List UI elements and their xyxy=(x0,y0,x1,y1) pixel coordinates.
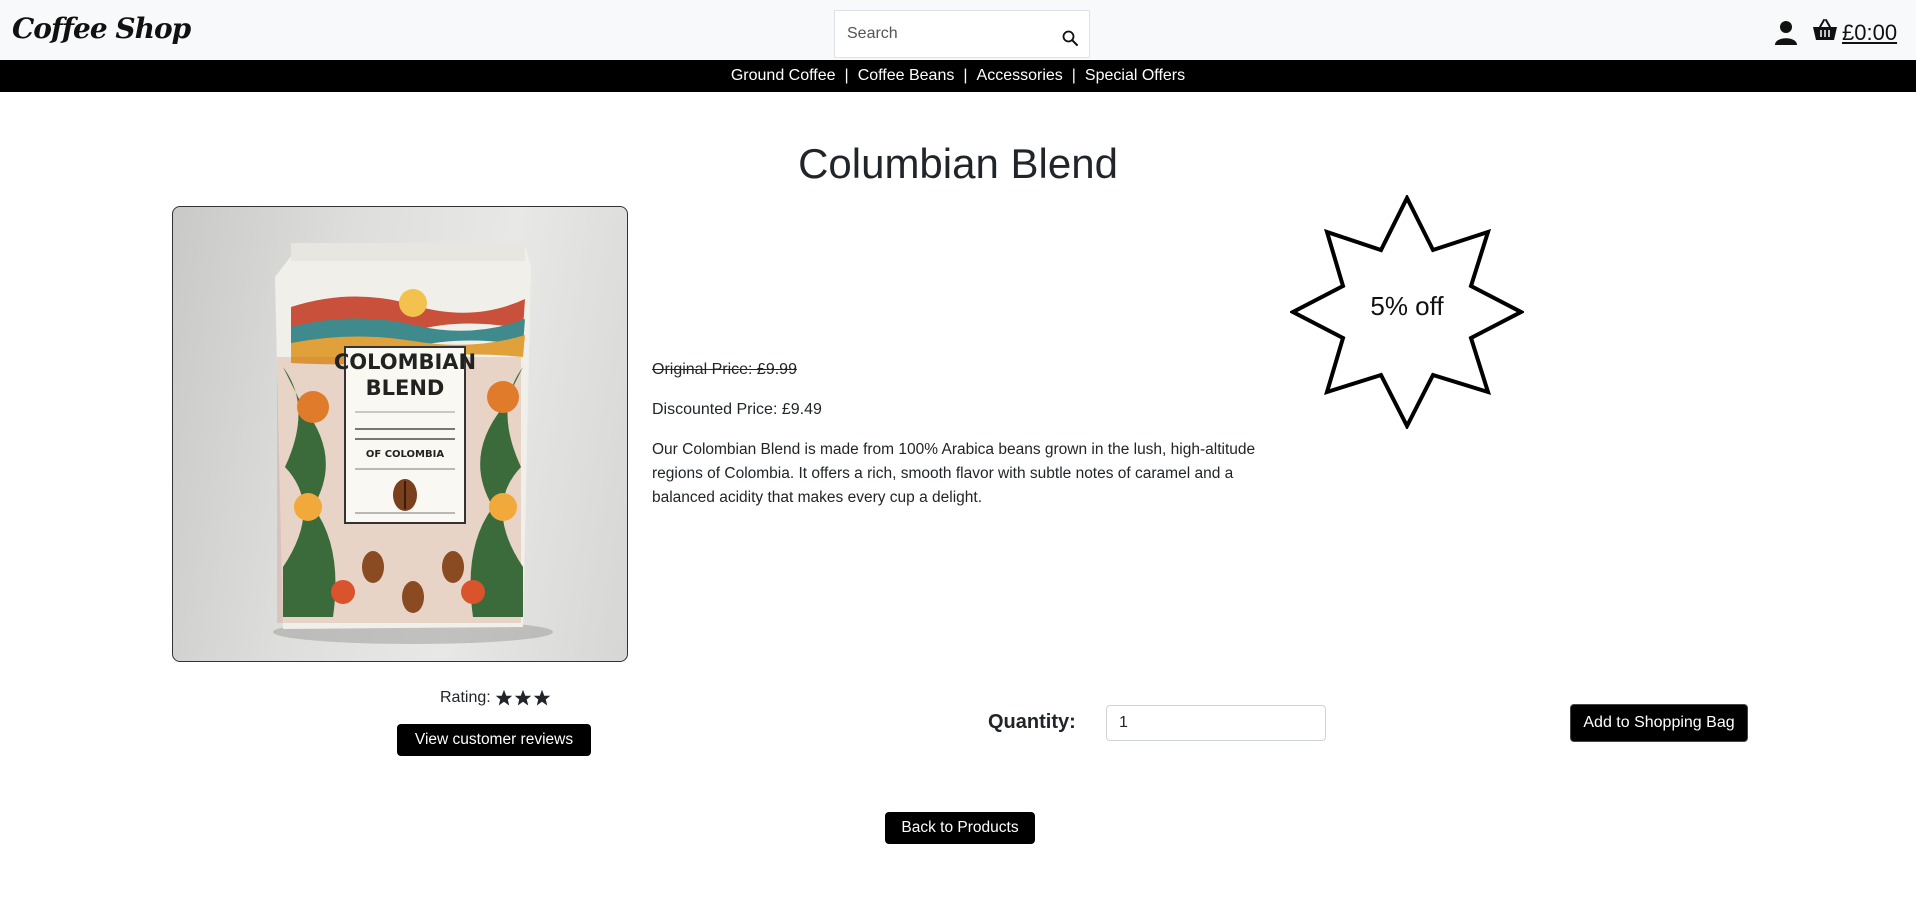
product-image: COLOMBIAN BLEND OF COLOMBIA xyxy=(172,206,628,662)
back-to-products-button[interactable]: Back to Products xyxy=(885,812,1035,844)
nav-coffee-beans[interactable]: Coffee Beans xyxy=(849,67,964,85)
product-title: Columbian Blend xyxy=(798,140,1118,187)
shopping-bag-link[interactable]: £0:00 xyxy=(1812,18,1897,47)
star-icon xyxy=(495,689,512,706)
add-to-bag-button[interactable]: Add to Shopping Bag xyxy=(1570,704,1748,742)
product-description: Our Colombian Blend is made from 100% Ar… xyxy=(652,441,1256,506)
user-icon[interactable] xyxy=(1774,20,1798,46)
main-nav: Ground Coffee | Coffee Beans | Accessori… xyxy=(0,60,1916,92)
nav-special-offers[interactable]: Special Offers xyxy=(1076,67,1194,85)
search-icon[interactable] xyxy=(1057,25,1083,51)
image-text-of-colombia: OF COLOMBIA xyxy=(366,449,444,460)
bag-total: £0:00 xyxy=(1842,19,1898,45)
nav-ground-coffee[interactable]: Ground Coffee xyxy=(722,67,845,85)
image-text-colombian: COLOMBIAN xyxy=(334,350,476,374)
basket-icon xyxy=(1812,18,1838,47)
quantity-label: Quantity: xyxy=(988,711,1076,733)
image-text-blend: BLEND xyxy=(366,376,445,400)
view-reviews-button[interactable]: View customer reviews xyxy=(397,724,591,756)
site-logo[interactable]: Coffee Shop xyxy=(12,12,191,45)
star-icon xyxy=(514,689,531,706)
discounted-price: Discounted Price: £9.49 xyxy=(652,401,822,418)
discount-label: 5% off xyxy=(1370,291,1444,321)
nav-accessories[interactable]: Accessories xyxy=(968,67,1072,85)
rating: Rating: xyxy=(440,689,551,707)
rating-label: Rating: xyxy=(440,689,491,706)
rating-stars xyxy=(495,689,551,707)
original-price: Original Price: £9.99 xyxy=(652,361,797,378)
top-header: Coffee Shop £0:00 xyxy=(0,0,1916,60)
search-form xyxy=(834,10,1090,58)
search-input[interactable] xyxy=(835,14,1045,54)
star-icon xyxy=(533,689,550,706)
quantity-input[interactable] xyxy=(1106,705,1326,741)
